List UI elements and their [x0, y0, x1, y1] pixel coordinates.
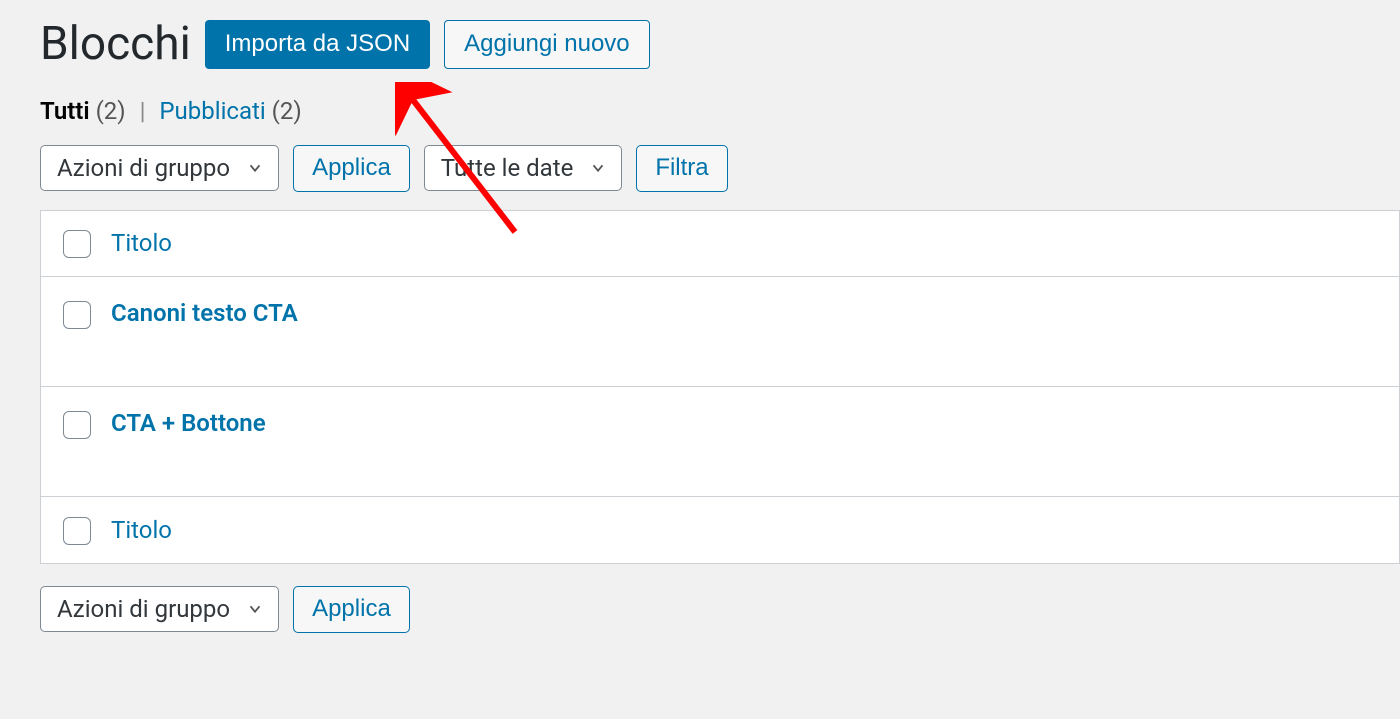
tablenav-bottom: Azioni di gruppo Applica	[40, 586, 1400, 633]
add-new-button[interactable]: Aggiungi nuovo	[444, 20, 649, 69]
filter-all[interactable]: Tutti (2)	[40, 97, 132, 125]
filter-all-count: (2)	[96, 97, 126, 125]
bulk-actions-select[interactable]: Azioni di gruppo	[40, 145, 279, 191]
select-all-header	[41, 210, 92, 277]
select-all-checkbox[interactable]	[63, 230, 91, 258]
row-checkbox[interactable]	[63, 301, 91, 329]
chevron-down-icon	[589, 159, 607, 177]
date-filter-select[interactable]: Tutte le date	[424, 145, 623, 191]
row-checkbox[interactable]	[63, 411, 91, 439]
select-all-footer	[41, 497, 92, 564]
title-sort-link-footer[interactable]: Titolo	[111, 516, 172, 544]
filter-button[interactable]: Filtra	[636, 145, 727, 192]
apply-button-bottom[interactable]: Applica	[293, 586, 410, 633]
separator: |	[132, 97, 154, 125]
status-filter-bar: Tutti (2) | Pubblicati (2)	[40, 97, 1400, 125]
date-filter-label: Tutte le date	[441, 154, 574, 182]
select-all-checkbox-footer[interactable]	[63, 517, 91, 545]
block-title-link[interactable]: CTA + Bottone	[111, 409, 266, 437]
chevron-down-icon	[246, 159, 264, 177]
filter-published[interactable]: Pubblicati (2)	[159, 97, 301, 125]
bulk-actions-label-bottom: Azioni di gruppo	[57, 595, 230, 623]
filter-published-label: Pubblicati	[159, 97, 265, 125]
title-sort-link[interactable]: Titolo	[111, 229, 172, 257]
import-json-button[interactable]: Importa da JSON	[205, 20, 430, 69]
bulk-actions-label: Azioni di gruppo	[57, 154, 230, 182]
title-column-footer[interactable]: Titolo	[91, 497, 1400, 564]
tablenav-top: Azioni di gruppo Applica Tutte le date F…	[40, 145, 1400, 192]
blocks-table: Titolo Canoni testo CTA CTA + Bottone	[40, 210, 1400, 564]
apply-button-top[interactable]: Applica	[293, 145, 410, 192]
table-row: Canoni testo CTA	[41, 277, 1400, 387]
block-title-link[interactable]: Canoni testo CTA	[111, 299, 298, 327]
page-title: Blocchi	[40, 21, 191, 67]
page-header: Blocchi Importa da JSON Aggiungi nuovo	[40, 20, 1400, 69]
table-row: CTA + Bottone	[41, 387, 1400, 497]
filter-published-count: (2)	[272, 97, 302, 125]
title-column-header[interactable]: Titolo	[91, 210, 1400, 277]
chevron-down-icon	[246, 600, 264, 618]
bulk-actions-select-bottom[interactable]: Azioni di gruppo	[40, 586, 279, 632]
filter-all-label: Tutti	[40, 97, 90, 125]
